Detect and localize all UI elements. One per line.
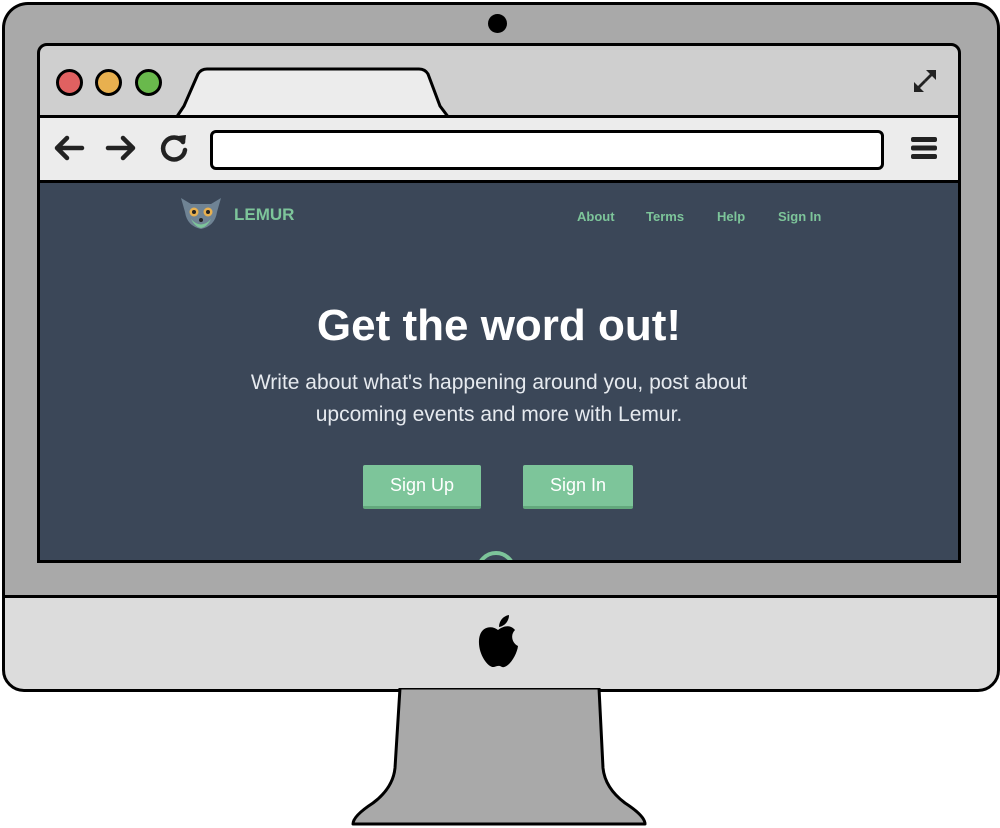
sign-in-button[interactable]: Sign In: [523, 465, 633, 509]
minimize-window-button[interactable]: [95, 69, 122, 96]
expand-icon[interactable]: [910, 66, 940, 96]
brand-name[interactable]: LEMUR: [234, 205, 294, 225]
browser-tab[interactable]: [174, 66, 454, 120]
reload-icon[interactable]: [158, 132, 190, 164]
hero-title: Get the word out!: [316, 301, 682, 350]
close-window-button[interactable]: [56, 69, 83, 96]
monitor-stand: [351, 688, 647, 826]
web-page: LEMUR About Terms Help Sign In Get the w…: [40, 183, 958, 560]
browser-toolbar: [40, 115, 958, 183]
maximize-window-button[interactable]: [135, 69, 162, 96]
scroll-down-icon[interactable]: [476, 551, 516, 560]
forward-arrow-icon[interactable]: [104, 134, 138, 162]
hamburger-menu-icon[interactable]: [910, 135, 938, 161]
address-bar-input[interactable]: [210, 130, 884, 170]
sign-up-button[interactable]: Sign Up: [363, 465, 481, 509]
nav-link-sign-in[interactable]: Sign In: [778, 209, 821, 224]
nav-link-help[interactable]: Help: [717, 209, 745, 224]
hero-subtitle: Write about what's happening around you,…: [250, 371, 748, 426]
back-arrow-icon[interactable]: [52, 134, 86, 162]
lemur-logo-icon[interactable]: [177, 194, 225, 232]
nav-link-about[interactable]: About: [577, 209, 615, 224]
browser-window: LEMUR About Terms Help Sign In Get the w…: [37, 43, 961, 563]
nav-link-terms[interactable]: Terms: [646, 209, 684, 224]
apple-logo-icon: [478, 615, 518, 668]
webcam-icon: [488, 14, 507, 33]
